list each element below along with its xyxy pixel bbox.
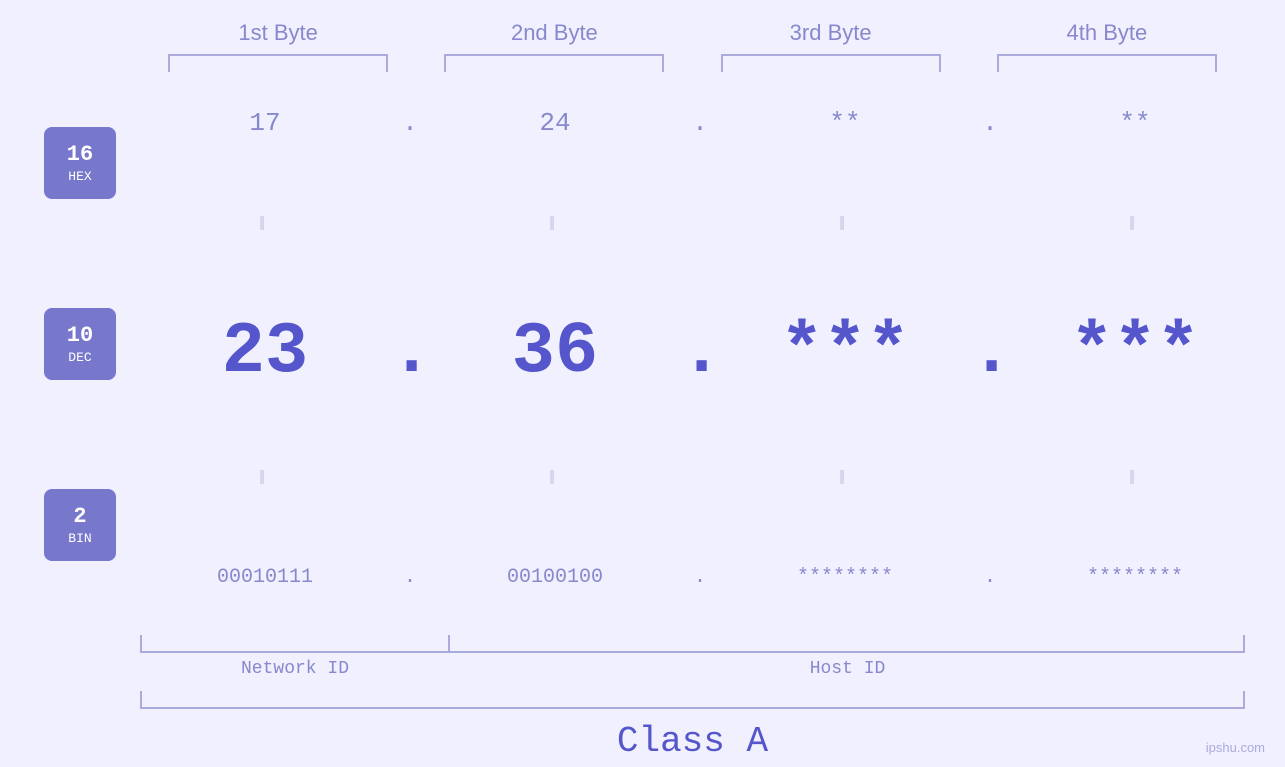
hex-badge-base: HEX xyxy=(68,169,91,184)
hex-badge: 16 HEX xyxy=(44,127,116,199)
watermark: ipshu.com xyxy=(1206,740,1265,755)
byte-label-3: 3rd Byte xyxy=(696,20,966,46)
eq-2-1: ‖ xyxy=(140,467,390,491)
class-label: Class A xyxy=(140,721,1245,762)
network-id-label: Network ID xyxy=(140,659,450,679)
bracket-4 xyxy=(997,54,1217,72)
eq-1-4: ‖ xyxy=(1010,213,1260,237)
bracket-2 xyxy=(444,54,664,72)
bottom-brackets-row xyxy=(140,635,1245,653)
byte-label-4: 4th Byte xyxy=(972,20,1242,46)
bin-row: 00010111 . 00100100 . ******** . *******… xyxy=(140,566,1260,589)
bin-badge: 2 BIN xyxy=(44,489,116,561)
byte-label-1: 1st Byte xyxy=(143,20,413,46)
network-host-labels: Network ID Host ID xyxy=(140,659,1245,679)
hex-val-3: ** xyxy=(720,108,970,138)
eq-1-1: ‖ xyxy=(140,213,390,237)
hex-val-2: 24 xyxy=(430,108,680,138)
hex-val-4: ** xyxy=(1010,108,1260,138)
bin-badge-base: BIN xyxy=(68,531,91,546)
eq-1-3: ‖ xyxy=(720,213,970,237)
large-bracket xyxy=(140,691,1245,709)
eq-row-1: ‖ ‖ ‖ ‖ xyxy=(140,211,1260,239)
hex-dot-1: . xyxy=(390,108,430,138)
badges-column: 16 HEX 10 DEC 2 BIN xyxy=(0,72,140,635)
bracket-3 xyxy=(721,54,941,72)
hex-row: 17 . 24 . ** . ** xyxy=(140,108,1260,138)
dec-val-4: *** xyxy=(1010,311,1260,393)
data-grid: 16 HEX 10 DEC 2 BIN 17 . 24 . ** . ** xyxy=(0,72,1285,635)
dec-dot-1: . xyxy=(390,311,430,393)
content-column: 17 . 24 . ** . ** ‖ ‖ ‖ ‖ 23 . xyxy=(140,72,1285,635)
bin-dot-1: . xyxy=(390,566,430,589)
dec-val-2: 36 xyxy=(430,311,680,393)
dec-badge: 10 DEC xyxy=(44,308,116,380)
bin-val-3: ******** xyxy=(720,566,970,589)
bin-val-2: 00100100 xyxy=(430,566,680,589)
bin-val-4: ******** xyxy=(1010,566,1260,589)
host-bracket xyxy=(450,635,1245,653)
dec-badge-base: DEC xyxy=(68,350,91,365)
network-bracket xyxy=(140,635,450,653)
top-brackets xyxy=(140,54,1285,72)
bin-dot-2: . xyxy=(680,566,720,589)
hex-val-1: 17 xyxy=(140,108,390,138)
hex-dot-3: . xyxy=(970,108,1010,138)
dec-val-3: *** xyxy=(720,311,970,393)
host-id-label: Host ID xyxy=(450,659,1245,679)
eq-2-3: ‖ xyxy=(720,467,970,491)
eq-2-2: ‖ xyxy=(430,467,680,491)
bottom-section: Network ID Host ID Class A xyxy=(140,635,1245,762)
byte-headers: 1st Byte 2nd Byte 3rd Byte 4th Byte xyxy=(140,0,1285,46)
bin-dot-3: . xyxy=(970,566,1010,589)
dec-badge-number: 10 xyxy=(67,323,93,348)
dec-dot-3: . xyxy=(970,311,1010,393)
bin-badge-number: 2 xyxy=(73,504,86,529)
bin-val-1: 00010111 xyxy=(140,566,390,589)
eq-row-2: ‖ ‖ ‖ ‖ xyxy=(140,465,1260,493)
eq-2-4: ‖ xyxy=(1010,467,1260,491)
hex-dot-2: . xyxy=(680,108,720,138)
bracket-1 xyxy=(168,54,388,72)
dec-row: 23 . 36 . *** . *** xyxy=(140,311,1260,393)
main-container: 1st Byte 2nd Byte 3rd Byte 4th Byte 16 H… xyxy=(0,0,1285,767)
byte-label-2: 2nd Byte xyxy=(419,20,689,46)
dec-dot-2: . xyxy=(680,311,720,393)
dec-val-1: 23 xyxy=(140,311,390,393)
hex-badge-number: 16 xyxy=(67,142,93,167)
eq-1-2: ‖ xyxy=(430,213,680,237)
